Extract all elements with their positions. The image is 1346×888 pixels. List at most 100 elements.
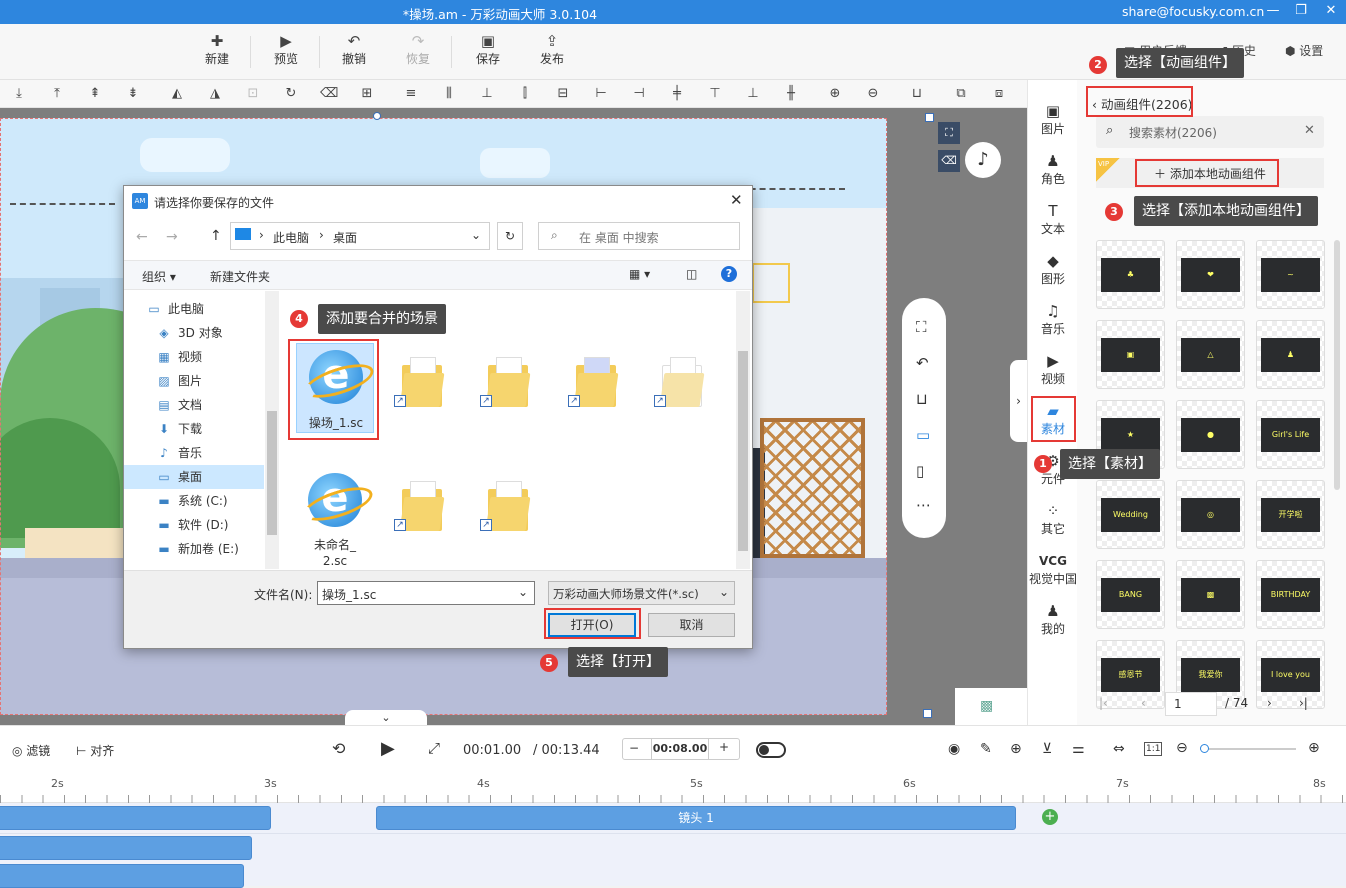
refresh-icon[interactable]: ↻: [497, 222, 523, 250]
dialog-close-icon[interactable]: ✕: [730, 191, 743, 209]
align-center-icon[interactable]: ╪: [668, 85, 686, 103]
paste-icon[interactable]: ⧈: [990, 85, 1008, 103]
zoom-in-icon[interactable]: ⊕: [1308, 740, 1320, 756]
align-button[interactable]: ⊢ 对齐: [76, 742, 114, 759]
animation-thumb[interactable]: Girl's Life: [1256, 400, 1325, 469]
timeline-clip-shot[interactable]: 镜头 1: [376, 806, 1016, 830]
back-icon[interactable]: ←: [136, 229, 148, 245]
rail-item-text[interactable]: T 文本: [1028, 202, 1078, 237]
animation-thumb[interactable]: Wedding: [1096, 480, 1165, 549]
phone-icon[interactable]: ▯: [916, 462, 924, 480]
tree-item[interactable]: ▦ 视频: [124, 345, 264, 369]
rail-item-vcg[interactable]: VCG 视觉中国: [1028, 552, 1078, 587]
tree-item[interactable]: ⬇ 下载: [124, 417, 264, 441]
step-stepper[interactable]: − 00:08.00 +: [622, 738, 740, 760]
animation-thumb[interactable]: ▣: [1096, 320, 1165, 389]
undo-button[interactable]: ↶ 撤销: [332, 32, 376, 67]
path-segment[interactable]: 此电脑: [273, 229, 309, 246]
loop-toggle[interactable]: [756, 742, 786, 758]
filetype-select[interactable]: 万彩动画大师场景文件(*.sc) ⌄: [548, 581, 735, 605]
new-folder-button[interactable]: 新建文件夹: [210, 268, 270, 285]
align-top-edge-icon[interactable]: ⊤: [706, 85, 724, 103]
file-scroll-thumb[interactable]: [738, 351, 748, 551]
zoom-out-icon[interactable]: ⊖: [1176, 740, 1188, 756]
new-button[interactable]: ✚ 新建: [195, 32, 239, 67]
rail-item-character[interactable]: ♟ 角色: [1028, 152, 1078, 187]
ratio-button[interactable]: 1:1: [1144, 742, 1163, 756]
help-icon[interactable]: ?: [721, 266, 737, 282]
rotate-icon[interactable]: ↻: [282, 85, 300, 103]
close-button[interactable]: ✕: [1322, 3, 1340, 18]
dialog-search-input[interactable]: 在 桌面 中搜索: [579, 229, 659, 246]
redo-button[interactable]: ↷ 恢复: [396, 32, 440, 67]
rail-item-video[interactable]: ▶ 视频: [1028, 352, 1078, 387]
screen-icon[interactable]: ▭: [916, 426, 930, 444]
fullscreen-icon[interactable]: ⛶: [916, 318, 927, 336]
filename-field[interactable]: 操场_1.sc ⌄: [317, 581, 535, 605]
adjust-icon[interactable]: ⚌: [1072, 741, 1085, 757]
tree-item[interactable]: ♪ 音乐: [124, 441, 264, 465]
tree-item[interactable]: ▬ 新加卷 (E:): [124, 537, 264, 561]
chevron-down-icon[interactable]: ⌄: [518, 585, 528, 599]
align-middle-icon[interactable]: ⫼: [440, 85, 458, 103]
folder-icon[interactable]: ↗: [394, 479, 445, 531]
align-vcenter-icon[interactable]: ╫: [782, 85, 800, 103]
tree-item[interactable]: ▭ 桌面: [124, 465, 264, 489]
flip-horizontal-icon[interactable]: ◭: [168, 85, 186, 103]
folder-icon[interactable]: ↗: [568, 355, 619, 407]
folder-icon[interactable]: ↗: [654, 355, 705, 407]
fit-width-icon[interactable]: ⇔: [1113, 741, 1125, 757]
animation-thumb[interactable]: ♣: [1096, 240, 1165, 309]
first-page-icon[interactable]: |‹: [1099, 696, 1108, 710]
search-box[interactable]: ⌕ 搜索素材(2206) ✕: [1096, 116, 1324, 148]
move-down-icon[interactable]: ⇟: [124, 85, 142, 103]
next-page-icon[interactable]: ›: [1267, 696, 1272, 710]
restore-button[interactable]: ❐: [1292, 3, 1310, 18]
move-bottom-icon[interactable]: ⤓: [10, 85, 28, 103]
camera-icon[interactable]: ◉: [948, 741, 960, 757]
lock-icon[interactable]: ⊔: [916, 390, 928, 408]
animation-thumb[interactable]: ~: [1256, 240, 1325, 309]
tree-scrollbar[interactable]: [265, 291, 279, 569]
flip-vertical-icon[interactable]: ◮: [206, 85, 224, 103]
panel-scrollbar[interactable]: [1334, 240, 1340, 490]
collapse-timeline-icon[interactable]: ⌄: [345, 710, 427, 725]
resize-handle[interactable]: [923, 709, 932, 718]
move-top-icon[interactable]: ⤒: [48, 85, 66, 103]
clear-icon[interactable]: ✕: [1304, 123, 1315, 138]
unlock-icon[interactable]: ⊔: [908, 85, 926, 103]
resize-handle[interactable]: [925, 113, 934, 122]
align-bottom-edge-icon[interactable]: ⊥: [744, 85, 762, 103]
preview-button[interactable]: ▶ 预览: [264, 32, 308, 67]
align-top-icon[interactable]: ≡: [402, 85, 420, 103]
tree-item[interactable]: ◈ 3D 对象: [124, 321, 264, 345]
prev-page-icon[interactable]: ‹: [1141, 696, 1146, 710]
timeline-clip[interactable]: [0, 864, 244, 888]
search-input[interactable]: 搜索素材(2206): [1129, 124, 1217, 141]
zoom-out-icon[interactable]: ⊖: [864, 85, 882, 103]
view-icon[interactable]: ▦ ▾: [629, 267, 650, 281]
fit-icon[interactable]: ⛶: [938, 122, 960, 144]
rail-item-music[interactable]: ♫ 音乐: [1028, 302, 1078, 337]
last-page-icon[interactable]: ›|: [1299, 696, 1308, 710]
add-shot-icon[interactable]: +: [1042, 809, 1058, 825]
animation-thumb[interactable]: BANG: [1096, 560, 1165, 629]
animation-thumb[interactable]: ▩: [1176, 560, 1245, 629]
play-icon[interactable]: ▶: [381, 738, 395, 759]
tree-item[interactable]: ▭ 此电脑: [124, 297, 264, 321]
tree-item[interactable]: ▬ 软件 (D:): [124, 513, 264, 537]
copy-icon[interactable]: ⧉: [952, 85, 970, 103]
chevron-down-icon[interactable]: ⌄: [471, 228, 481, 242]
rail-item-image[interactable]: ▣ 图片: [1028, 102, 1078, 137]
animation-thumb[interactable]: ◎: [1176, 480, 1245, 549]
time-ruler[interactable]: 2s 3s 4s 5s 6s 7s 8s: [0, 773, 1346, 803]
align-right-icon[interactable]: ⊣: [630, 85, 648, 103]
tree-scroll-thumb[interactable]: [267, 411, 277, 535]
fullscreen-icon[interactable]: ⤢: [428, 739, 440, 757]
animation-thumb[interactable]: BIRTHDAY: [1256, 560, 1325, 629]
animation-thumb[interactable]: ♟: [1256, 320, 1325, 389]
align-bottom-icon[interactable]: ⊥: [478, 85, 496, 103]
timeline-clip[interactable]: [0, 806, 271, 830]
organize-menu[interactable]: 组织 ▾: [142, 268, 176, 285]
path-segment[interactable]: 桌面: [333, 229, 357, 246]
